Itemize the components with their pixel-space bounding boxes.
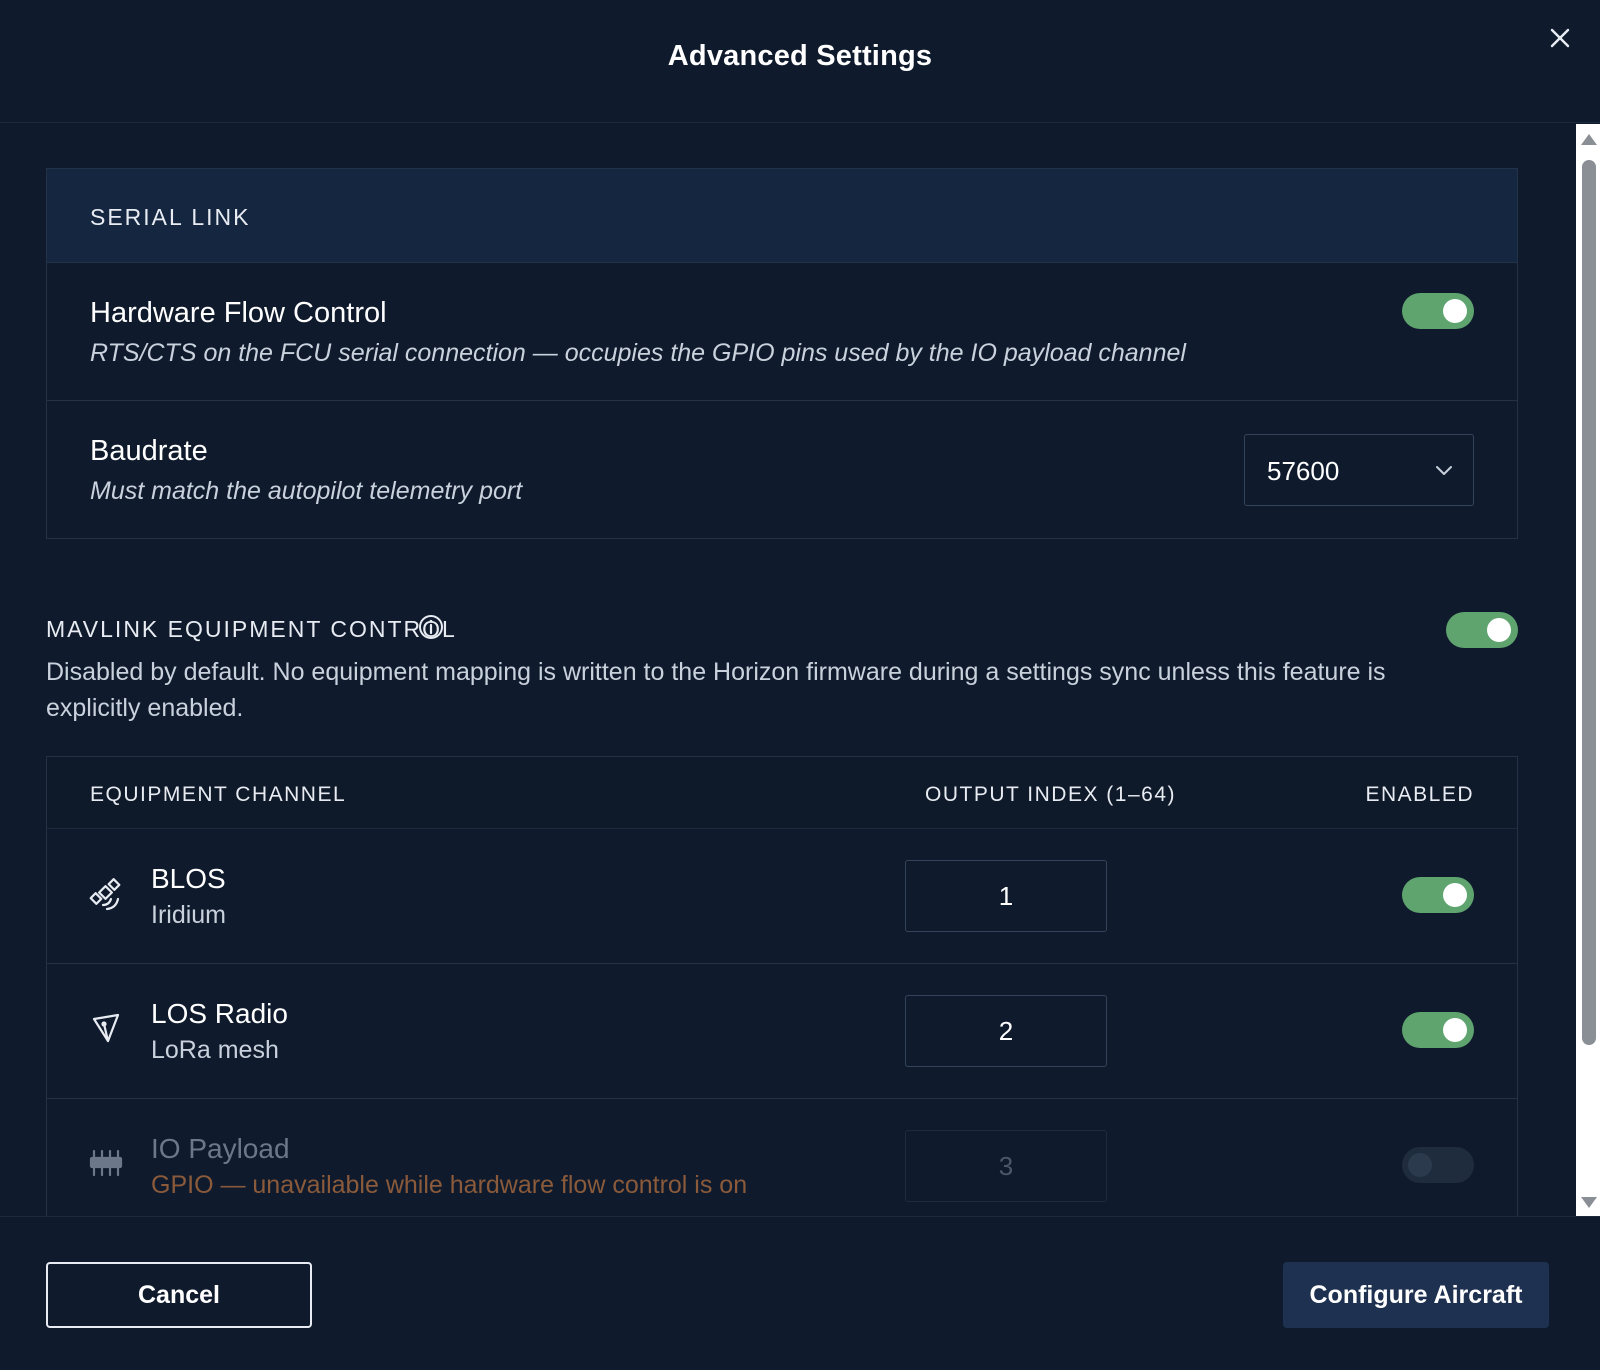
- equipment-subtitle: Iridium: [151, 901, 227, 929]
- mavlink-header: MAVLINK EQUIPMENT CONTROL: [46, 610, 1518, 650]
- chevron-down-icon: [1436, 466, 1452, 475]
- equipment-name: BLOS: [151, 863, 226, 894]
- channel-enabled-toggle: [1402, 1147, 1474, 1183]
- dialog-footer: Cancel Configure Aircraft: [0, 1216, 1600, 1370]
- toggle-knob: [1408, 1153, 1432, 1177]
- table-header: EQUIPMENT CHANNEL OUTPUT INDEX (1–64) EN…: [47, 757, 1517, 829]
- baudrate-title: Baudrate: [90, 435, 208, 467]
- close-icon: [1550, 28, 1570, 48]
- baudrate-row: Baudrate Must match the autopilot teleme…: [47, 401, 1517, 539]
- output-index-input[interactable]: 1: [905, 860, 1107, 932]
- hardware-flow-control-title: Hardware Flow Control: [90, 297, 387, 329]
- scroll-down-arrow-icon[interactable]: [1581, 1197, 1597, 1208]
- channel-enabled-toggle[interactable]: [1402, 1012, 1474, 1048]
- baudrate-select[interactable]: 57600: [1244, 434, 1474, 506]
- equipment-name: IO Payload: [151, 1133, 290, 1164]
- info-icon[interactable]: [418, 614, 444, 640]
- toggle-knob: [1487, 618, 1511, 642]
- mavlink-label: MAVLINK EQUIPMENT CONTROL: [46, 616, 457, 642]
- mavlink-description: Disabled by default. No equipment mappin…: [46, 658, 1386, 722]
- hardware-flow-control-description: RTS/CTS on the FCU serial connection — o…: [90, 339, 1186, 367]
- toggle-knob: [1443, 883, 1467, 907]
- equipment-subtitle: GPIO — unavailable while hardware flow c…: [151, 1171, 748, 1199]
- table-row: BLOS Iridium 1: [47, 829, 1517, 964]
- dialog-title: Advanced Settings: [667, 40, 933, 72]
- cancel-button[interactable]: Cancel: [46, 1262, 312, 1328]
- column-header-enabled: ENABLED: [1365, 783, 1474, 806]
- mavlink-equipment-toggle[interactable]: [1446, 612, 1518, 648]
- equipment-name: LOS Radio: [151, 998, 288, 1029]
- scroll-up-arrow-icon[interactable]: [1581, 134, 1597, 145]
- scrollbar[interactable]: [1576, 124, 1600, 1216]
- column-header-channel: EQUIPMENT CHANNEL: [90, 783, 347, 806]
- scrollbar-thumb[interactable]: [1582, 160, 1596, 1045]
- toggle-knob: [1443, 1018, 1467, 1042]
- serial-link-header: SERIAL LINK: [47, 169, 1517, 263]
- table-row: IO Payload GPIO — unavailable while hard…: [47, 1099, 1517, 1216]
- radio-antenna-icon: [92, 1013, 120, 1043]
- hardware-flow-control-toggle[interactable]: [1402, 293, 1474, 329]
- advanced-settings-dialog: Advanced Settings SERIAL LINK Hardware F…: [0, 0, 1600, 1370]
- close-button[interactable]: [1546, 24, 1574, 52]
- dialog-content: SERIAL LINK Hardware Flow Control RTS/CT…: [0, 124, 1575, 1216]
- hardware-flow-control-row: Hardware Flow Control RTS/CTS on the FCU…: [47, 263, 1517, 401]
- toggle-knob: [1443, 299, 1467, 323]
- satellite-icon: [89, 878, 121, 911]
- equipment-table: EQUIPMENT CHANNEL OUTPUT INDEX (1–64) EN…: [46, 756, 1518, 1216]
- output-index-input[interactable]: 2: [905, 995, 1107, 1067]
- dialog-header: Advanced Settings: [0, 0, 1600, 123]
- baudrate-selected-value: 57600: [1267, 456, 1340, 486]
- table-row: LOS Radio LoRa mesh 2: [47, 964, 1517, 1099]
- equipment-subtitle: LoRa mesh: [151, 1036, 279, 1064]
- gpio-pins-icon: [89, 1149, 123, 1177]
- serial-link-label: SERIAL LINK: [90, 204, 251, 230]
- serial-link-card: SERIAL LINK Hardware Flow Control RTS/CT…: [46, 168, 1518, 539]
- column-header-output-index: OUTPUT INDEX (1–64): [925, 783, 1176, 806]
- baudrate-description: Must match the autopilot telemetry port: [90, 477, 523, 505]
- channel-enabled-toggle[interactable]: [1402, 877, 1474, 913]
- configure-aircraft-button[interactable]: Configure Aircraft: [1283, 1262, 1549, 1328]
- output-index-input: 3: [905, 1130, 1107, 1202]
